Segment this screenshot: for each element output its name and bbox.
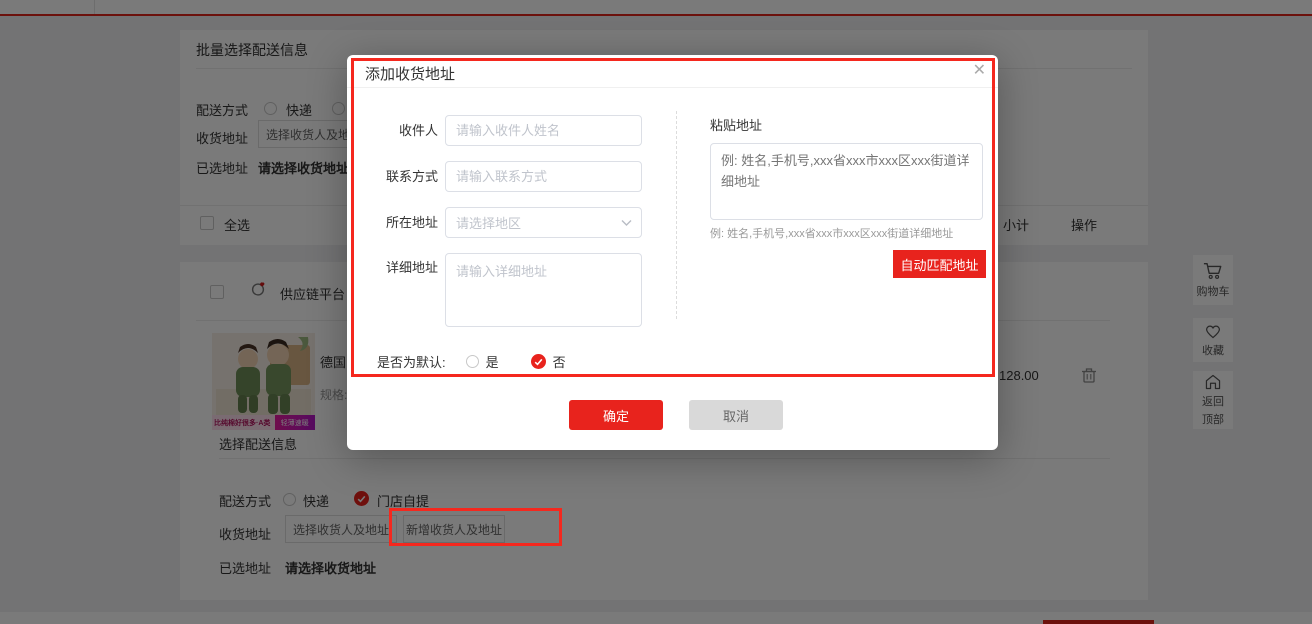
contact-input[interactable] [445,161,642,192]
detail-address-textarea[interactable] [445,253,642,327]
check-icon [534,358,543,366]
region-label: 所在地址 [365,207,438,238]
confirm-button[interactable]: 确定 [569,400,663,430]
region-select[interactable]: 请选择地区 [445,207,642,238]
default-no-label: 否 [553,352,566,371]
close-icon[interactable]: ✕ [973,60,986,82]
dialog-title: 添加收货地址 [365,63,455,84]
recipient-row: 收件人 [365,115,642,146]
region-placeholder: 请选择地区 [456,213,521,232]
paste-address-textarea[interactable] [710,143,983,220]
default-no-radio-checked[interactable] [531,354,546,369]
default-yes-label: 是 [486,352,499,371]
default-yes-radio[interactable] [466,355,479,368]
default-address-row: 是否为默认: 是 否 [377,352,566,371]
paste-address-label: 粘贴地址 [710,115,762,134]
chevron-down-icon [621,219,632,227]
detail-label: 详细地址 [365,253,438,327]
detail-row: 详细地址 [365,253,642,327]
contact-row: 联系方式 [365,161,642,192]
paste-example-hint: 例: 姓名,手机号,xxx省xxx市xxx区xxx街道详细地址 [710,225,953,241]
cancel-button[interactable]: 取消 [689,400,783,430]
region-row: 所在地址 请选择地区 [365,207,642,238]
column-divider [676,111,677,319]
default-label: 是否为默认: [377,352,446,371]
cart-page: 批量选择配送信息 配送方式 快递 收货地址 选择收货人及地址 已选地址 请选择收… [0,0,1312,624]
recipient-input[interactable] [445,115,642,146]
auto-match-address-button[interactable]: 自动匹配地址 [893,250,986,278]
dialog-header: 添加收货地址 ✕ [347,55,998,88]
add-address-dialog: 添加收货地址 ✕ 收件人 联系方式 所在地址 请选择地区 详细地址 粘贴地址 例… [347,55,998,450]
contact-label: 联系方式 [365,161,438,192]
recipient-label: 收件人 [365,115,438,146]
